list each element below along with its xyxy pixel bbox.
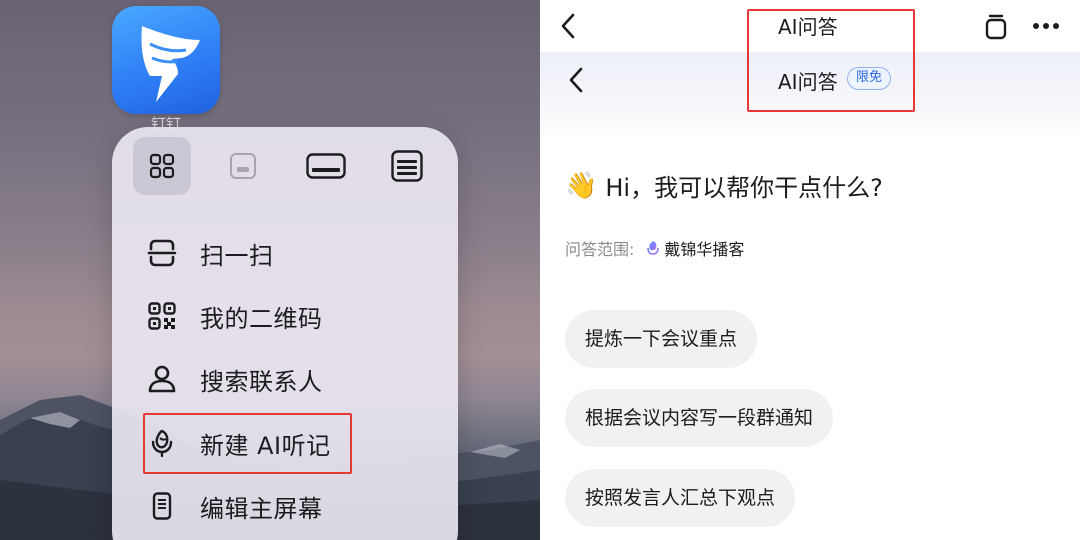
widget-grid-icon (149, 153, 175, 179)
widget-small-icon (230, 153, 256, 179)
dingtalk-logo-icon (141, 26, 200, 102)
ai-source-icon (646, 240, 660, 256)
widget-small-button[interactable] (214, 137, 272, 195)
more-icon (1033, 23, 1059, 29)
widget-medium-button[interactable] (297, 137, 355, 195)
dingtalk-app-icon[interactable] (112, 6, 220, 114)
menu-item-label: 编辑主屏幕 (200, 494, 323, 523)
menu-item-label: 搜索联系人 (200, 367, 323, 396)
widget-large-button[interactable] (378, 137, 436, 195)
suggestion-chip[interactable]: 按照发言人汇总下观点 (565, 469, 796, 527)
chevron-left-icon (561, 13, 575, 39)
qa-scope: 问答范围: 戴锦华播客 (565, 236, 744, 260)
more-button[interactable] (1028, 10, 1064, 42)
phone-icon (142, 486, 182, 526)
greeting-text: Hi，我可以帮你干点什么? (605, 174, 883, 202)
chevron-left-icon (569, 67, 583, 93)
person-icon (142, 359, 182, 399)
highlight-box-ai-qa-title (747, 9, 915, 112)
suggestion-chip[interactable]: 提炼一下会议重点 (565, 310, 758, 368)
ai-qa-panel: AI问答 AI问答 限免 👋 Hi，我可以帮你干点什么? 问答范围: 戴锦华播客… (540, 0, 1080, 540)
back-button-secondary[interactable] (560, 64, 592, 96)
menu-item-qr-code[interactable]: 我的二维码 (142, 291, 352, 341)
widget-grid-button[interactable] (133, 137, 191, 195)
home-screen-panel: 钉钉 扫一扫 我的二维码 搜索联系人 新建 AI听记 编辑主屏幕 (0, 0, 540, 540)
menu-item-label: 我的二维码 (200, 304, 323, 333)
greeting: 👋 Hi，我可以帮你干点什么? (565, 168, 883, 203)
back-button[interactable] (552, 10, 584, 42)
menu-item-edit-home-screen[interactable]: 编辑主屏幕 (142, 481, 352, 531)
highlight-box-ai-recording (143, 413, 352, 474)
suggestion-chip[interactable]: 根据会议内容写一段群通知 (565, 389, 834, 447)
widget-medium-icon (306, 153, 346, 179)
scope-label: 问答范围: (565, 240, 635, 259)
pages-button[interactable] (980, 10, 1012, 42)
stack-icon (985, 14, 1007, 40)
scope-source: 戴锦华播客 (664, 240, 745, 259)
quick-actions-menu: 扫一扫 我的二维码 搜索联系人 新建 AI听记 编辑主屏幕 (112, 127, 458, 540)
menu-item-scan[interactable]: 扫一扫 (142, 228, 352, 278)
menu-item-label: 扫一扫 (200, 241, 274, 270)
waving-hand-icon: 👋 (565, 170, 598, 201)
qr-code-icon (142, 296, 182, 336)
scan-icon (142, 233, 182, 273)
menu-item-search-contacts[interactable]: 搜索联系人 (142, 354, 352, 404)
widget-large-icon (391, 150, 423, 182)
